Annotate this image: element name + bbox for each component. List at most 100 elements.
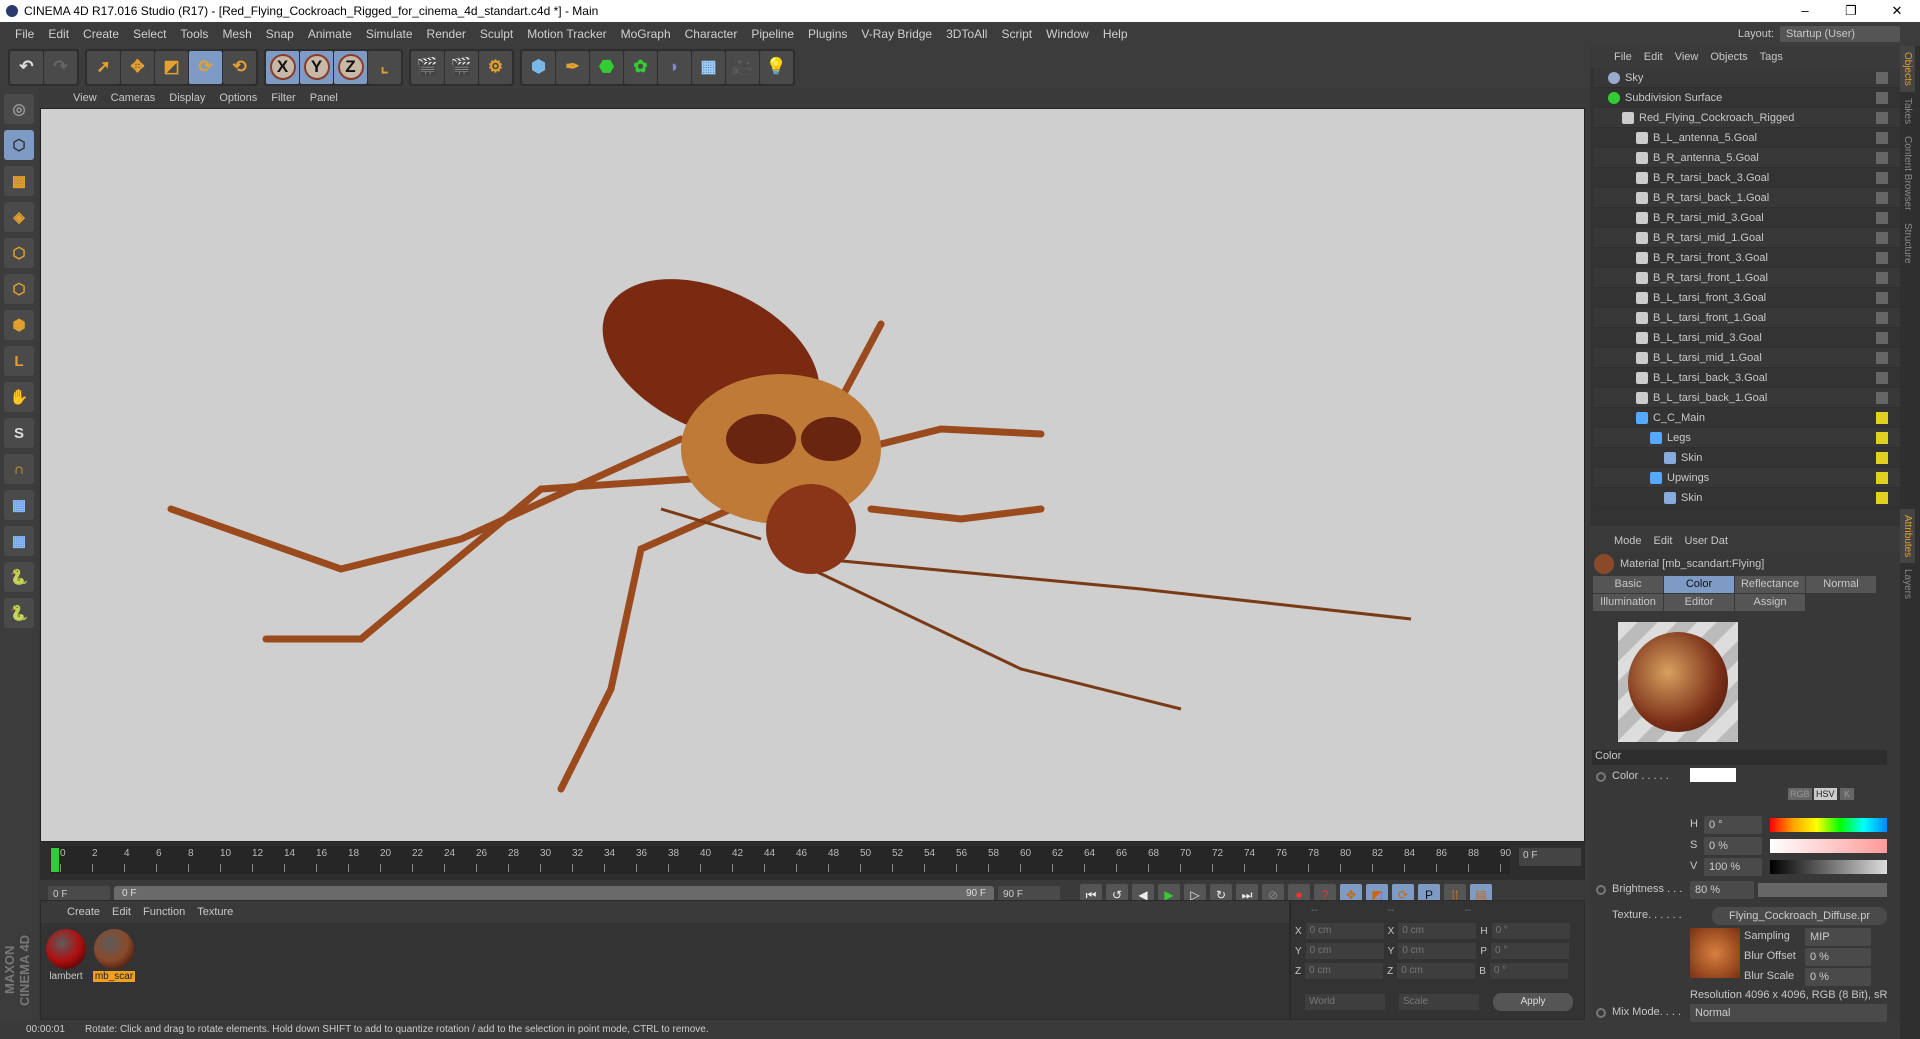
menu-pipeline[interactable]: Pipeline [744, 27, 801, 41]
texture-mode-button[interactable]: ▩ [4, 166, 34, 196]
value-slider[interactable] [1770, 860, 1887, 874]
attr-menu-mode[interactable]: Mode [1614, 535, 1642, 547]
object-menu-file[interactable]: File [1614, 51, 1632, 63]
model-mode-button[interactable]: ⬡ [4, 130, 34, 160]
hsv-mode-button[interactable]: HSV [1814, 788, 1837, 800]
tweak-mode-button[interactable]: ✋ [4, 382, 34, 412]
visibility-tag[interactable] [1876, 312, 1888, 324]
menu-simulate[interactable]: Simulate [359, 27, 420, 41]
object-row[interactable]: B_R_tarsi_back_1.Goal [1594, 188, 1900, 208]
visibility-tag[interactable] [1876, 452, 1888, 464]
render-view-button[interactable]: 🎬 [411, 50, 444, 84]
material-swatch[interactable]: mb_scar [93, 929, 135, 982]
object-row[interactable]: Subdivision Surface [1594, 88, 1900, 108]
playhead[interactable] [51, 848, 59, 872]
lock-workplane-button[interactable]: ▦ [4, 490, 34, 520]
brightness-field[interactable]: 80 % [1690, 881, 1754, 899]
object-row[interactable]: Skin [1594, 448, 1900, 468]
hue-field[interactable]: 0 ° [1704, 816, 1762, 834]
object-row[interactable]: Upwings [1594, 468, 1900, 488]
menu-create[interactable]: Create [76, 27, 126, 41]
kelvin-mode-button[interactable]: K [1840, 788, 1855, 800]
material-menu-edit[interactable]: Edit [106, 906, 137, 918]
menu-snap[interactable]: Snap [259, 27, 301, 41]
z-axis-button[interactable]: Z [334, 50, 367, 84]
visibility-tag[interactable] [1876, 392, 1888, 404]
visibility-tag[interactable] [1876, 112, 1888, 124]
object-row[interactable]: B_R_tarsi_back_3.Goal [1594, 168, 1900, 188]
tab-reflectance[interactable]: Reflectance [1735, 576, 1805, 593]
visibility-tag[interactable] [1876, 472, 1888, 484]
render-picture-viewer-button[interactable]: 🎬 [445, 50, 478, 84]
visibility-tag[interactable] [1876, 352, 1888, 364]
subdivision-button[interactable]: ⬣ [590, 50, 623, 84]
saturation-slider[interactable] [1770, 839, 1887, 853]
brightness-slider[interactable] [1758, 883, 1887, 897]
python-script-button[interactable]: 🐍 [4, 598, 34, 628]
pen-spline-button[interactable]: ✒ [556, 50, 589, 84]
object-row[interactable]: B_L_tarsi_mid_1.Goal [1594, 348, 1900, 368]
size-mode-select[interactable]: Scale [1399, 994, 1479, 1010]
animate-color-radio[interactable] [1596, 772, 1606, 782]
object-menu-objects[interactable]: Objects [1710, 51, 1747, 63]
select-tool-button[interactable]: ➚ [87, 50, 120, 84]
x-axis-button[interactable]: X [266, 50, 299, 84]
coord-field[interactable]: 0 ° [1491, 923, 1570, 939]
tab-illumination[interactable]: Illumination [1593, 594, 1663, 611]
viewport-menu-cameras[interactable]: Cameras [104, 92, 163, 104]
coord-field[interactable]: 0 cm [1398, 923, 1477, 939]
redo-button[interactable]: ↷ [44, 50, 77, 84]
object-row[interactable]: B_R_tarsi_mid_3.Goal [1594, 208, 1900, 228]
menu-animate[interactable]: Animate [301, 27, 359, 41]
material-menu-create[interactable]: Create [61, 906, 106, 918]
tab-attributes[interactable]: Attributes [1900, 509, 1915, 564]
menu-mograph[interactable]: MoGraph [614, 27, 678, 41]
viewport-menu-options[interactable]: Options [212, 92, 264, 104]
visibility-tag[interactable] [1876, 192, 1888, 204]
visibility-tag[interactable] [1876, 292, 1888, 304]
timeline-ruler[interactable]: 0 2 4 6 8 10 12 14 16 18 20 22 24 26 28 30 32 34 36 38 40 42 4… [50, 846, 1511, 874]
visibility-tag[interactable] [1876, 252, 1888, 264]
value-field[interactable]: 100 % [1704, 858, 1762, 876]
menu-help[interactable]: Help [1096, 27, 1135, 41]
cube-button[interactable]: ⬢ [522, 50, 555, 84]
object-row[interactable]: B_L_tarsi_back_3.Goal [1594, 368, 1900, 388]
coord-field[interactable]: 0 ° [1489, 963, 1568, 979]
animate-brightness-radio[interactable] [1596, 885, 1606, 895]
coord-field[interactable]: 0 cm [1398, 943, 1477, 959]
edges-mode-button[interactable]: ⬡ [4, 274, 34, 304]
coord-field[interactable]: 0 ° [1491, 943, 1570, 959]
floor-button[interactable]: ▦ [692, 50, 725, 84]
minimize-button[interactable]: – [1782, 0, 1828, 22]
visibility-tag[interactable] [1876, 432, 1888, 444]
saturation-field[interactable]: 0 % [1704, 837, 1762, 855]
attr-menu-user-dat[interactable]: User Dat [1685, 535, 1728, 547]
recent-tool-button[interactable]: ⟲ [223, 50, 256, 84]
object-row[interactable]: B_L_tarsi_front_3.Goal [1594, 288, 1900, 308]
menu-v-ray-bridge[interactable]: V-Ray Bridge [854, 27, 939, 41]
light-button[interactable]: 💡 [760, 50, 793, 84]
apply-button[interactable]: Apply [1493, 993, 1573, 1011]
tab-editor[interactable]: Editor [1664, 594, 1734, 611]
material-swatch[interactable]: lambert [45, 929, 87, 982]
visibility-tag[interactable] [1876, 232, 1888, 244]
animate-mix-radio[interactable] [1596, 1008, 1606, 1018]
visibility-tag[interactable] [1876, 72, 1888, 84]
viewport-menu-panel[interactable]: Panel [303, 92, 345, 104]
material-menu-function[interactable]: Function [137, 906, 191, 918]
object-row[interactable]: B_L_tarsi_back_1.Goal [1594, 388, 1900, 408]
visibility-tag[interactable] [1876, 372, 1888, 384]
object-row[interactable]: Skin [1594, 488, 1900, 508]
blur-scale-field[interactable]: 0 % [1805, 968, 1871, 986]
viewport-menu-display[interactable]: Display [162, 92, 212, 104]
object-menu-view[interactable]: View [1675, 51, 1699, 63]
object-row[interactable]: B_L_tarsi_mid_3.Goal [1594, 328, 1900, 348]
rotate-tool-button[interactable]: ⟳ [189, 50, 222, 84]
coord-system-select[interactable]: World [1305, 994, 1385, 1010]
visibility-tag[interactable] [1876, 492, 1888, 504]
menu-sculpt[interactable]: Sculpt [473, 27, 520, 41]
object-row[interactable]: B_L_tarsi_front_1.Goal [1594, 308, 1900, 328]
magnet-button[interactable]: ∩ [4, 454, 34, 484]
deformer-button[interactable]: ◗ [658, 50, 691, 84]
move-tool-button[interactable]: ✥ [121, 50, 154, 84]
